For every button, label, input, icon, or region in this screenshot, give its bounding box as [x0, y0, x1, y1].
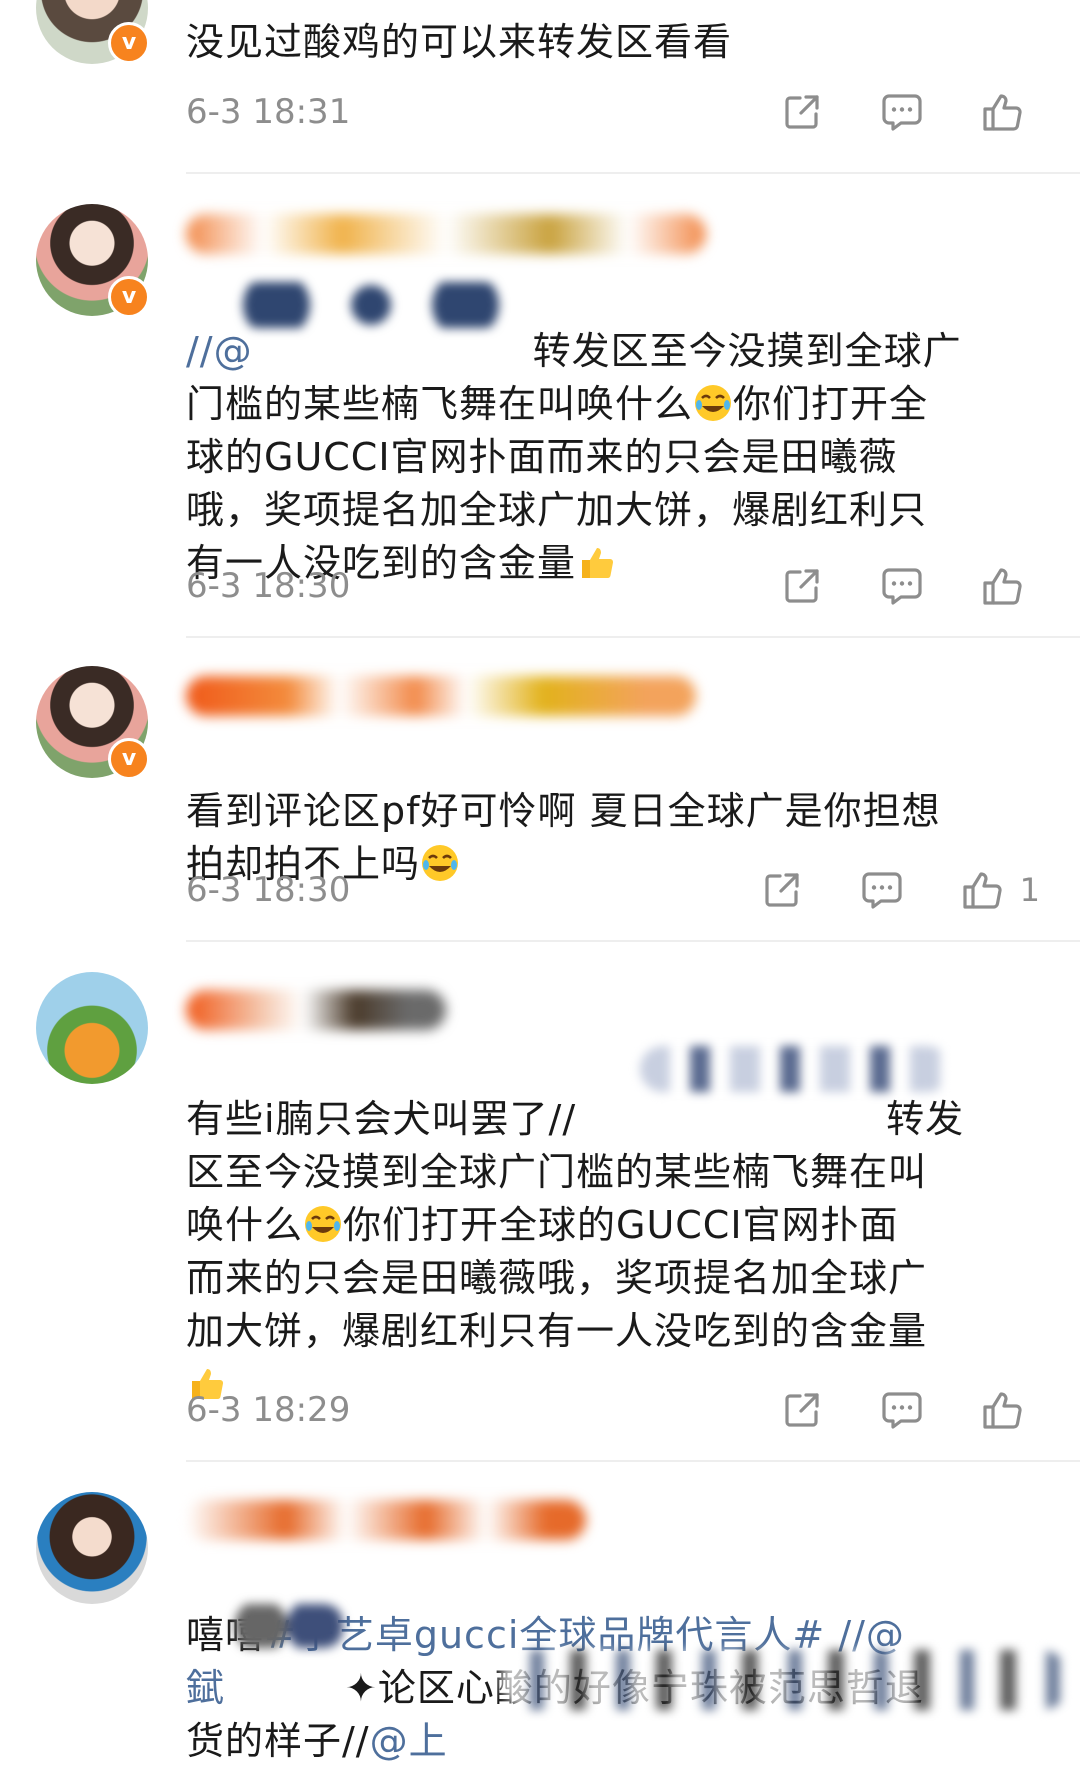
- comment-meta: 6-3 18:29: [186, 1386, 1040, 1434]
- divider: [186, 636, 1080, 638]
- like-icon: [983, 1392, 1022, 1429]
- comment-icon: [882, 1392, 922, 1429]
- comment-icon: [882, 94, 922, 131]
- divider: [186, 1460, 1080, 1462]
- comment-text: 有些i腩只会犬叫罢了//转发 区至今没摸到全球广门槛的某些楠飞舞在叫 唤什么 你们…: [186, 1040, 1046, 1411]
- avatar[interactable]: [36, 1492, 148, 1604]
- username-redacted: [186, 676, 696, 716]
- like-button[interactable]: [978, 562, 1026, 610]
- laugh-cry-emoji: [695, 385, 732, 421]
- comment-time: 6-3 18:30: [186, 870, 351, 910]
- comment-button[interactable]: [878, 1386, 926, 1434]
- repost-icon: [785, 569, 819, 603]
- avatar[interactable]: [36, 972, 148, 1084]
- comment-icon: [882, 568, 922, 605]
- username-redacted: [186, 990, 446, 1030]
- laugh-cry-emoji: [305, 1206, 342, 1242]
- like-button[interactable]: [978, 88, 1026, 136]
- comment-text: 没见过酸鸡的可以来转发区看看: [186, 20, 733, 64]
- divider: [186, 940, 1080, 942]
- mention-link[interactable]: @上: [370, 1719, 448, 1763]
- comment-button[interactable]: [878, 562, 926, 610]
- comment-actions: [726, 1386, 1040, 1434]
- divider: [186, 172, 1080, 174]
- repost-button[interactable]: [758, 866, 806, 914]
- verified-badge-icon: v: [108, 738, 150, 780]
- comment-time: 6-3 18:30: [186, 566, 351, 606]
- mention-redacted: [225, 1604, 345, 1648]
- mention-redacted: [236, 282, 506, 328]
- repost-button[interactable]: [778, 562, 826, 610]
- comment-actions: [726, 562, 1040, 610]
- like-icon: [983, 94, 1022, 131]
- comment-button[interactable]: [858, 866, 906, 914]
- comment-meta: 6-3 18:31: [186, 88, 1040, 136]
- like-count: 1: [1019, 871, 1040, 909]
- repost-icon: [785, 1393, 819, 1427]
- like-button[interactable]: [958, 866, 1006, 914]
- comment-actions: 1: [706, 866, 1040, 914]
- mention-prefix[interactable]: //@: [186, 329, 253, 373]
- repost-button[interactable]: [778, 88, 826, 136]
- comment-meta: 6-3 18:30 1: [186, 866, 1040, 914]
- like-button[interactable]: [978, 1386, 1026, 1434]
- like-icon: [983, 568, 1022, 605]
- comment-actions: [726, 88, 1040, 136]
- mention-redacted: [500, 1650, 1070, 1710]
- repost-button[interactable]: [778, 1386, 826, 1434]
- like-icon: [963, 872, 1002, 909]
- comment-meta: 6-3 18:30: [186, 562, 1040, 610]
- comment-time: 6-3 18:29: [186, 1390, 351, 1430]
- username-redacted: [186, 214, 706, 254]
- verified-badge-icon: v: [108, 22, 150, 64]
- repost-icon: [765, 873, 799, 907]
- comment-time: 6-3 18:31: [186, 92, 351, 132]
- comment-icon: [862, 872, 902, 909]
- username-redacted: [186, 1500, 586, 1540]
- repost-icon: [785, 95, 819, 129]
- mention-redacted: [640, 1046, 950, 1092]
- verified-badge-icon: v: [108, 276, 150, 318]
- comment-button[interactable]: [878, 88, 926, 136]
